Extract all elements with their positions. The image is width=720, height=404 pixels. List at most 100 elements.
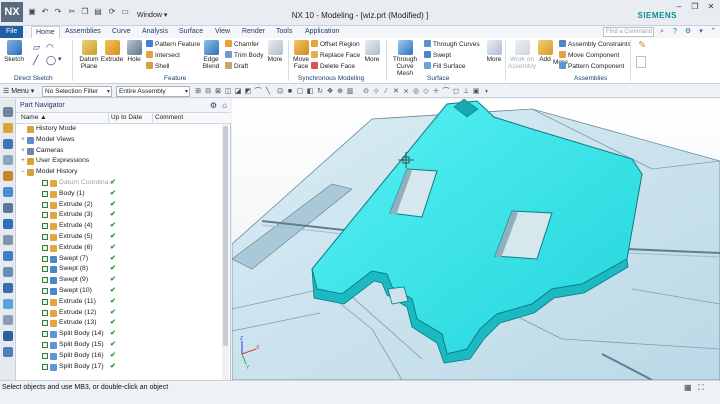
navigator-row[interactable]: − Model History [16,167,223,178]
snap-on-curve-icon[interactable]: ⌒ [442,87,450,96]
visibility-checkbox[interactable] [42,320,48,327]
hole-button[interactable]: Hole [121,40,147,63]
snap-pole-icon[interactable]: ⊥ [462,87,470,96]
deselect-icon[interactable]: ⊠ [214,87,222,96]
navigator-settings-icon[interactable]: ⚙ [210,101,217,110]
snap-existing-icon[interactable]: ＋ [432,87,440,96]
rotate-view-icon[interactable]: ↻ [316,87,324,96]
visibility-checkbox[interactable] [42,287,48,294]
tab-surface[interactable]: Surface [175,26,207,38]
column-up-to-date[interactable]: Up to Date [111,114,142,121]
feature-select-icon[interactable]: ◫ [224,87,232,96]
snap-tangent-icon[interactable]: ◑ [482,87,490,96]
through-curve-mesh-button[interactable]: Through Curve Mesh [390,40,420,77]
visibility-checkbox[interactable] [42,298,48,305]
snap-bounded-icon[interactable]: ▣ [472,87,480,96]
assembly-navigator-icon[interactable] [3,107,13,117]
tab-home[interactable]: Home [31,26,60,38]
move-component-button[interactable]: Move Component [559,51,619,61]
rectangle-icon[interactable]: ╱ [33,55,38,65]
tab-view[interactable]: View [211,26,234,38]
navigator-row[interactable]: + User Expressions [16,156,223,167]
ribbon-options-icon[interactable]: ▾ [697,28,705,36]
filter-icon[interactable]: ⊞ [194,87,202,96]
navigator-scrollbar[interactable] [222,124,229,380]
visibility-checkbox[interactable] [42,331,48,338]
navigator-row[interactable]: Split Body (14) ✔ [16,329,223,340]
search-icon[interactable]: ⌕ [658,28,666,36]
graphics-window[interactable]: X Y Z [232,99,720,380]
visibility-checkbox[interactable] [42,190,48,197]
visibility-checkbox[interactable] [42,363,48,370]
snap-endpoint-icon[interactable]: ⊹ [372,87,380,96]
navigator-row[interactable]: + Model Views [16,135,223,146]
face-select-icon[interactable]: ◩ [244,87,252,96]
navigator-row[interactable]: Extrude (2) ✔ [16,200,223,211]
snap-quadrant-icon[interactable]: ◇ [422,87,430,96]
tab-analysis[interactable]: Analysis [138,26,172,38]
section-view-icon[interactable]: ▥ [346,87,354,96]
visibility-checkbox[interactable] [42,244,48,251]
system-materials-icon[interactable] [3,219,13,229]
column-divider[interactable] [108,113,109,124]
collapse-icon[interactable]: − [20,167,26,178]
navigator-row[interactable]: Swept (7) ✔ [16,254,223,265]
visibility-checkbox[interactable] [42,266,48,273]
resource-more-icon[interactable] [3,347,13,357]
menu-button[interactable]: ☰ Menu ▾ [3,87,34,95]
select-all-icon[interactable]: ⊟ [204,87,212,96]
pattern-feature-button[interactable]: Pattern Feature [146,40,200,50]
column-name[interactable]: Name ▲ [21,114,47,121]
fit-view-icon[interactable]: ⊡ [276,87,284,96]
system-scenes-icon[interactable] [3,283,13,293]
navigator-row[interactable]: Extrude (3) ✔ [16,210,223,221]
synchronous-more-button[interactable]: More [359,40,385,63]
model-view[interactable]: X Y Z [232,99,720,380]
pin-icon[interactable]: ✎ [638,41,646,51]
settings-icon[interactable]: ⚙ [684,28,692,36]
web-browser-icon[interactable] [3,187,13,197]
navigator-row[interactable]: Split Body (16) ✔ [16,351,223,362]
circle-icon[interactable]: ◯ [46,55,56,65]
tab-tools[interactable]: Tools [272,26,296,38]
edge-blend-button[interactable]: Edge Blend [198,40,224,70]
delete-face-button[interactable]: Delete Face [311,62,355,72]
draft-button[interactable]: Draft [225,62,248,72]
pan-view-icon[interactable]: ✥ [326,87,334,96]
snap-midpoint-icon[interactable]: ⁄ [382,87,390,96]
selection-scope-dropdown[interactable]: Entire Assembly ▾ [116,86,190,97]
visibility-checkbox[interactable] [42,277,48,284]
visibility-checkbox[interactable] [42,223,48,230]
trim-body-button[interactable]: Trim Body [225,51,263,61]
manufacturing-wizards-icon[interactable] [3,251,13,261]
navigator-row[interactable]: Extrude (13) ✔ [16,318,223,329]
navigator-row[interactable]: Extrude (5) ✔ [16,232,223,243]
assembly-constraints-button[interactable]: Assembly Constraints [559,40,631,50]
zoom-view-icon[interactable]: ⊕ [336,87,344,96]
navigator-row[interactable]: Body (1) ✔ [16,189,223,200]
visibility-checkbox[interactable] [42,341,48,348]
selection-status-icon[interactable]: ▦ [684,383,692,392]
visibility-checkbox[interactable] [42,309,48,316]
snap-center-icon[interactable]: ◎ [412,87,420,96]
column-divider[interactable] [152,113,153,124]
history-icon[interactable] [3,203,13,213]
teamcenter-icon[interactable] [3,331,13,341]
navigator-row[interactable]: Extrude (4) ✔ [16,221,223,232]
visibility-checkbox[interactable] [42,212,48,219]
visibility-checkbox[interactable] [42,233,48,240]
offset-region-button[interactable]: Offset Region [311,40,360,50]
roles-icon[interactable] [3,267,13,277]
part-navigator-icon[interactable] [3,139,13,149]
wireframe-view-icon[interactable]: ▢ [296,87,304,96]
orient-view-icon[interactable]: ◧ [306,87,314,96]
edge-select-icon[interactable]: ╲ [264,87,272,96]
intersect-button[interactable]: Intersect [146,51,180,61]
swept-button[interactable]: Swept [424,51,451,61]
column-comment[interactable]: Comment [155,114,183,121]
arc-icon[interactable]: ◠ [46,42,54,52]
navigator-row[interactable]: Swept (10) ✔ [16,286,223,297]
snap-point-icon[interactable]: ⊙ [362,87,370,96]
navigator-row[interactable]: Swept (8) ✔ [16,264,223,275]
navigator-row[interactable]: Extrude (12) ✔ [16,308,223,319]
